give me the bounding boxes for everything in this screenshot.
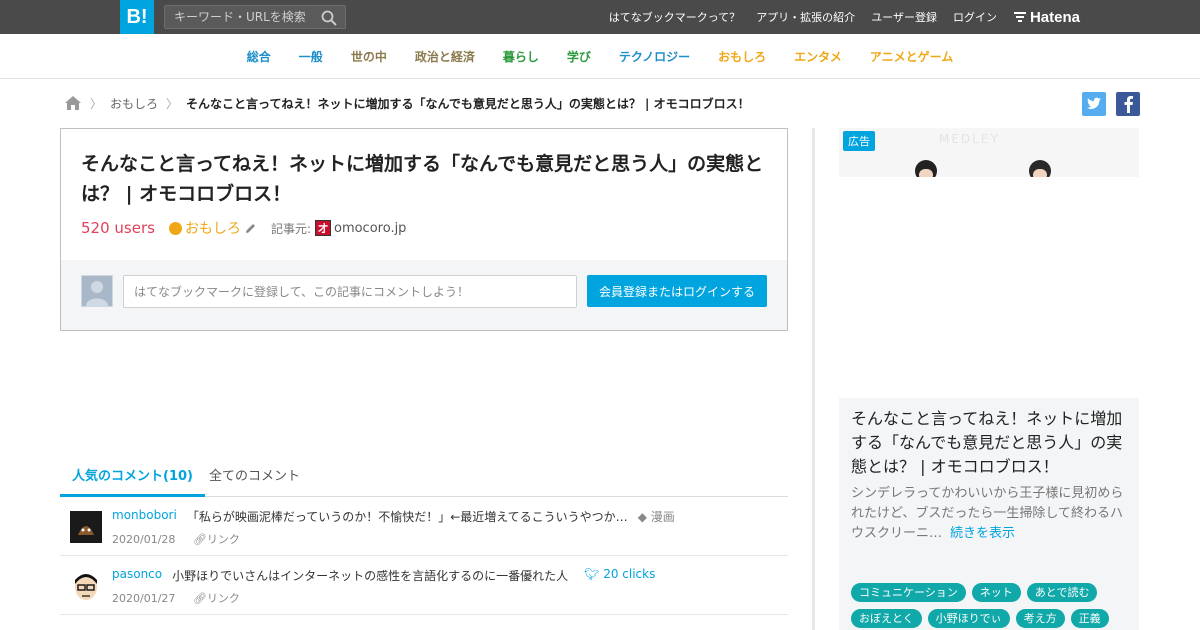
comment-date[interactable]: 2020/01/27	[112, 592, 175, 605]
breadcrumb-category[interactable]: おもしろ	[110, 95, 158, 112]
comment-tabs: 人気のコメント(10) 全てのコメント	[60, 462, 788, 497]
nav-register[interactable]: ユーザー登録	[871, 9, 937, 25]
show-more-link[interactable]: 続きを表示	[950, 526, 1015, 541]
top-bar: B! はてなブックマークって？ アプリ・拡張の紹介 ユーザー登録 ログイン Ha…	[0, 0, 1200, 34]
comment-username[interactable]: pasonco	[112, 567, 162, 584]
search-input[interactable]	[165, 6, 315, 28]
comment-permalink-label: リンク	[206, 592, 240, 605]
comment-date[interactable]: 2020/01/28	[112, 533, 175, 546]
user-avatar[interactable]	[70, 570, 102, 602]
tag-chip[interactable]: ネット	[971, 583, 1021, 602]
entry-title[interactable]: そんなこと言ってねえ！ネットに増加する「なんでも意見だと思う人」の実態とは？ |…	[81, 149, 771, 209]
user-avatar-placeholder-icon	[81, 275, 113, 307]
comment-input[interactable]	[123, 275, 577, 308]
comment-text: 「私らが映画泥棒だっていうのか！不愉快だ！」←最近増えてるこういうやつか…	[186, 510, 628, 524]
category-tab[interactable]: 政治と経済	[415, 48, 475, 65]
comment-tag[interactable]: ◆ 漫画	[638, 508, 675, 525]
breadcrumb-current: そんなこと言ってねえ！ネットに増加する「なんでも意見だと思う人」の実態とは？ |…	[186, 96, 750, 111]
bookmark-users-count[interactable]: 520 users	[81, 219, 155, 237]
comment-text: 小野ほりでいさんはインターネットの感性を言語化するのに一番優れた人	[172, 569, 569, 583]
nav-apps[interactable]: アプリ・拡張の紹介	[756, 9, 855, 25]
comment-tag-label: 漫画	[650, 510, 675, 524]
facebook-share-button[interactable]	[1116, 92, 1140, 116]
ad-watermark: MEDLEY	[939, 132, 1000, 146]
twitter-clicks-label: 20 clicks	[603, 567, 656, 581]
entry-summary-card: そんなこと言ってねえ！ネットに増加する「なんでも意見だと思う人」の実態とは？ |…	[839, 398, 1139, 630]
category-tab[interactable]: 世の中	[351, 48, 387, 65]
category-tab[interactable]: おもしろ	[718, 48, 766, 65]
top-nav: はてなブックマークって？ アプリ・拡張の紹介 ユーザー登録 ログイン Haten…	[593, 0, 1080, 34]
twitter-share-button[interactable]	[1082, 92, 1106, 116]
hatena-brand[interactable]: Hatena	[1013, 9, 1080, 26]
link-icon: 🔗︎	[192, 592, 207, 605]
comment-username[interactable]: monbobori	[112, 508, 177, 525]
facebook-icon	[1124, 96, 1133, 113]
category-tab[interactable]: エンタメ	[794, 48, 842, 65]
category-tab[interactable]: テクノロジー	[619, 48, 690, 65]
category-tab[interactable]: 総合	[247, 48, 271, 65]
entry-category-label: おもしろ	[184, 221, 241, 237]
link-icon: 🔗︎	[192, 533, 207, 546]
hatena-logo-icon	[1013, 12, 1026, 22]
tag-chip[interactable]: 考え方	[1015, 609, 1065, 628]
source-domain[interactable]: omocoro.jp	[334, 221, 406, 236]
search-box	[164, 5, 346, 29]
comment-permalink[interactable]: 🔗︎リンク	[193, 533, 240, 546]
smile-icon	[168, 221, 182, 235]
home-icon[interactable]	[64, 95, 82, 111]
tag-icon: ◆	[637, 510, 647, 524]
breadcrumb: 〉 おもしろ 〉 そんなこと言ってねえ！ネットに増加する「なんでも意見だと思う人…	[64, 94, 750, 112]
comment-form: 会員登録またはログインする	[61, 260, 787, 330]
summary-description: シンデレラってかわいいから王子様に見初められたけど、ブスだったら一生掃除して終わ…	[851, 484, 1127, 544]
category-tab[interactable]: 暮らし	[503, 48, 539, 65]
entry-meta: 520 users おもしろ 記事元: オ omocoro.jp	[81, 218, 406, 238]
twitter-icon	[1087, 97, 1101, 109]
entry-card: そんなこと言ってねえ！ネットに増加する「なんでも意見だと思う人」の実態とは？ |…	[60, 128, 788, 331]
nav-about[interactable]: はてなブックマークって？	[609, 9, 740, 25]
hatena-bookmark-logo[interactable]: B!	[120, 0, 154, 34]
comment-row: monbobori 「私らが映画泥棒だっていうのか！不愉快だ！」←最近増えてるこ…	[60, 497, 788, 556]
tag-chip[interactable]: 正義	[1070, 609, 1109, 628]
tag-list: コミュニケーション ネット あとで読むおぼえとく 小野ほりでぃ 考え方 正義	[851, 583, 1137, 630]
pencil-icon[interactable]	[244, 222, 257, 235]
ad-banner[interactable]: 広告 MEDLEY	[839, 128, 1139, 177]
column-divider	[812, 128, 815, 630]
entry-category[interactable]: おもしろ	[168, 218, 257, 238]
search-icon[interactable]	[321, 10, 337, 26]
chevron-right-icon: 〉	[166, 96, 179, 111]
category-nav: 総合 一般 世の中 政治と経済 暮らし 学び テクノロジー おもしろ エンタメ アニメとゲーム	[0, 34, 1200, 79]
ad-badge: 広告	[843, 131, 875, 151]
source-favicon-icon: オ	[314, 220, 331, 236]
tag-chip[interactable]: あとで読む	[1026, 583, 1098, 602]
tag-chip[interactable]: 小野ほりでぃ	[927, 609, 1010, 628]
comment-permalink-label: リンク	[206, 533, 240, 546]
twitter-clicks[interactable]: 🐦︎ 20 clicks	[584, 567, 655, 584]
chevron-right-icon: 〉	[90, 96, 103, 111]
user-avatar[interactable]	[70, 511, 102, 543]
tab-all-comments[interactable]: 全てのコメント	[197, 462, 312, 497]
comment-permalink[interactable]: 🔗︎リンク	[193, 592, 240, 605]
category-tab[interactable]: アニメとゲーム	[870, 48, 953, 65]
hatena-brand-label: Hatena	[1029, 8, 1080, 26]
nav-login[interactable]: ログイン	[953, 9, 997, 25]
register-login-button[interactable]: 会員登録またはログインする	[587, 275, 767, 307]
tag-chip[interactable]: コミュニケーション	[851, 583, 966, 602]
source-label: 記事元:	[270, 221, 311, 236]
summary-title[interactable]: そんなこと言ってねえ！ネットに増加する「なんでも意見だと思う人」の実態とは？ |…	[851, 407, 1131, 479]
tab-popular-comments[interactable]: 人気のコメント(10)	[60, 462, 205, 497]
comment-row: pasonco 小野ほりでいさんはインターネットの感性を言語化するのに一番優れた…	[60, 556, 788, 615]
category-tab[interactable]: 一般	[299, 48, 323, 65]
tag-chip[interactable]: おぼえとく	[851, 609, 922, 628]
twitter-icon: 🐦︎	[584, 567, 600, 581]
category-tab[interactable]: 学び	[567, 48, 591, 65]
